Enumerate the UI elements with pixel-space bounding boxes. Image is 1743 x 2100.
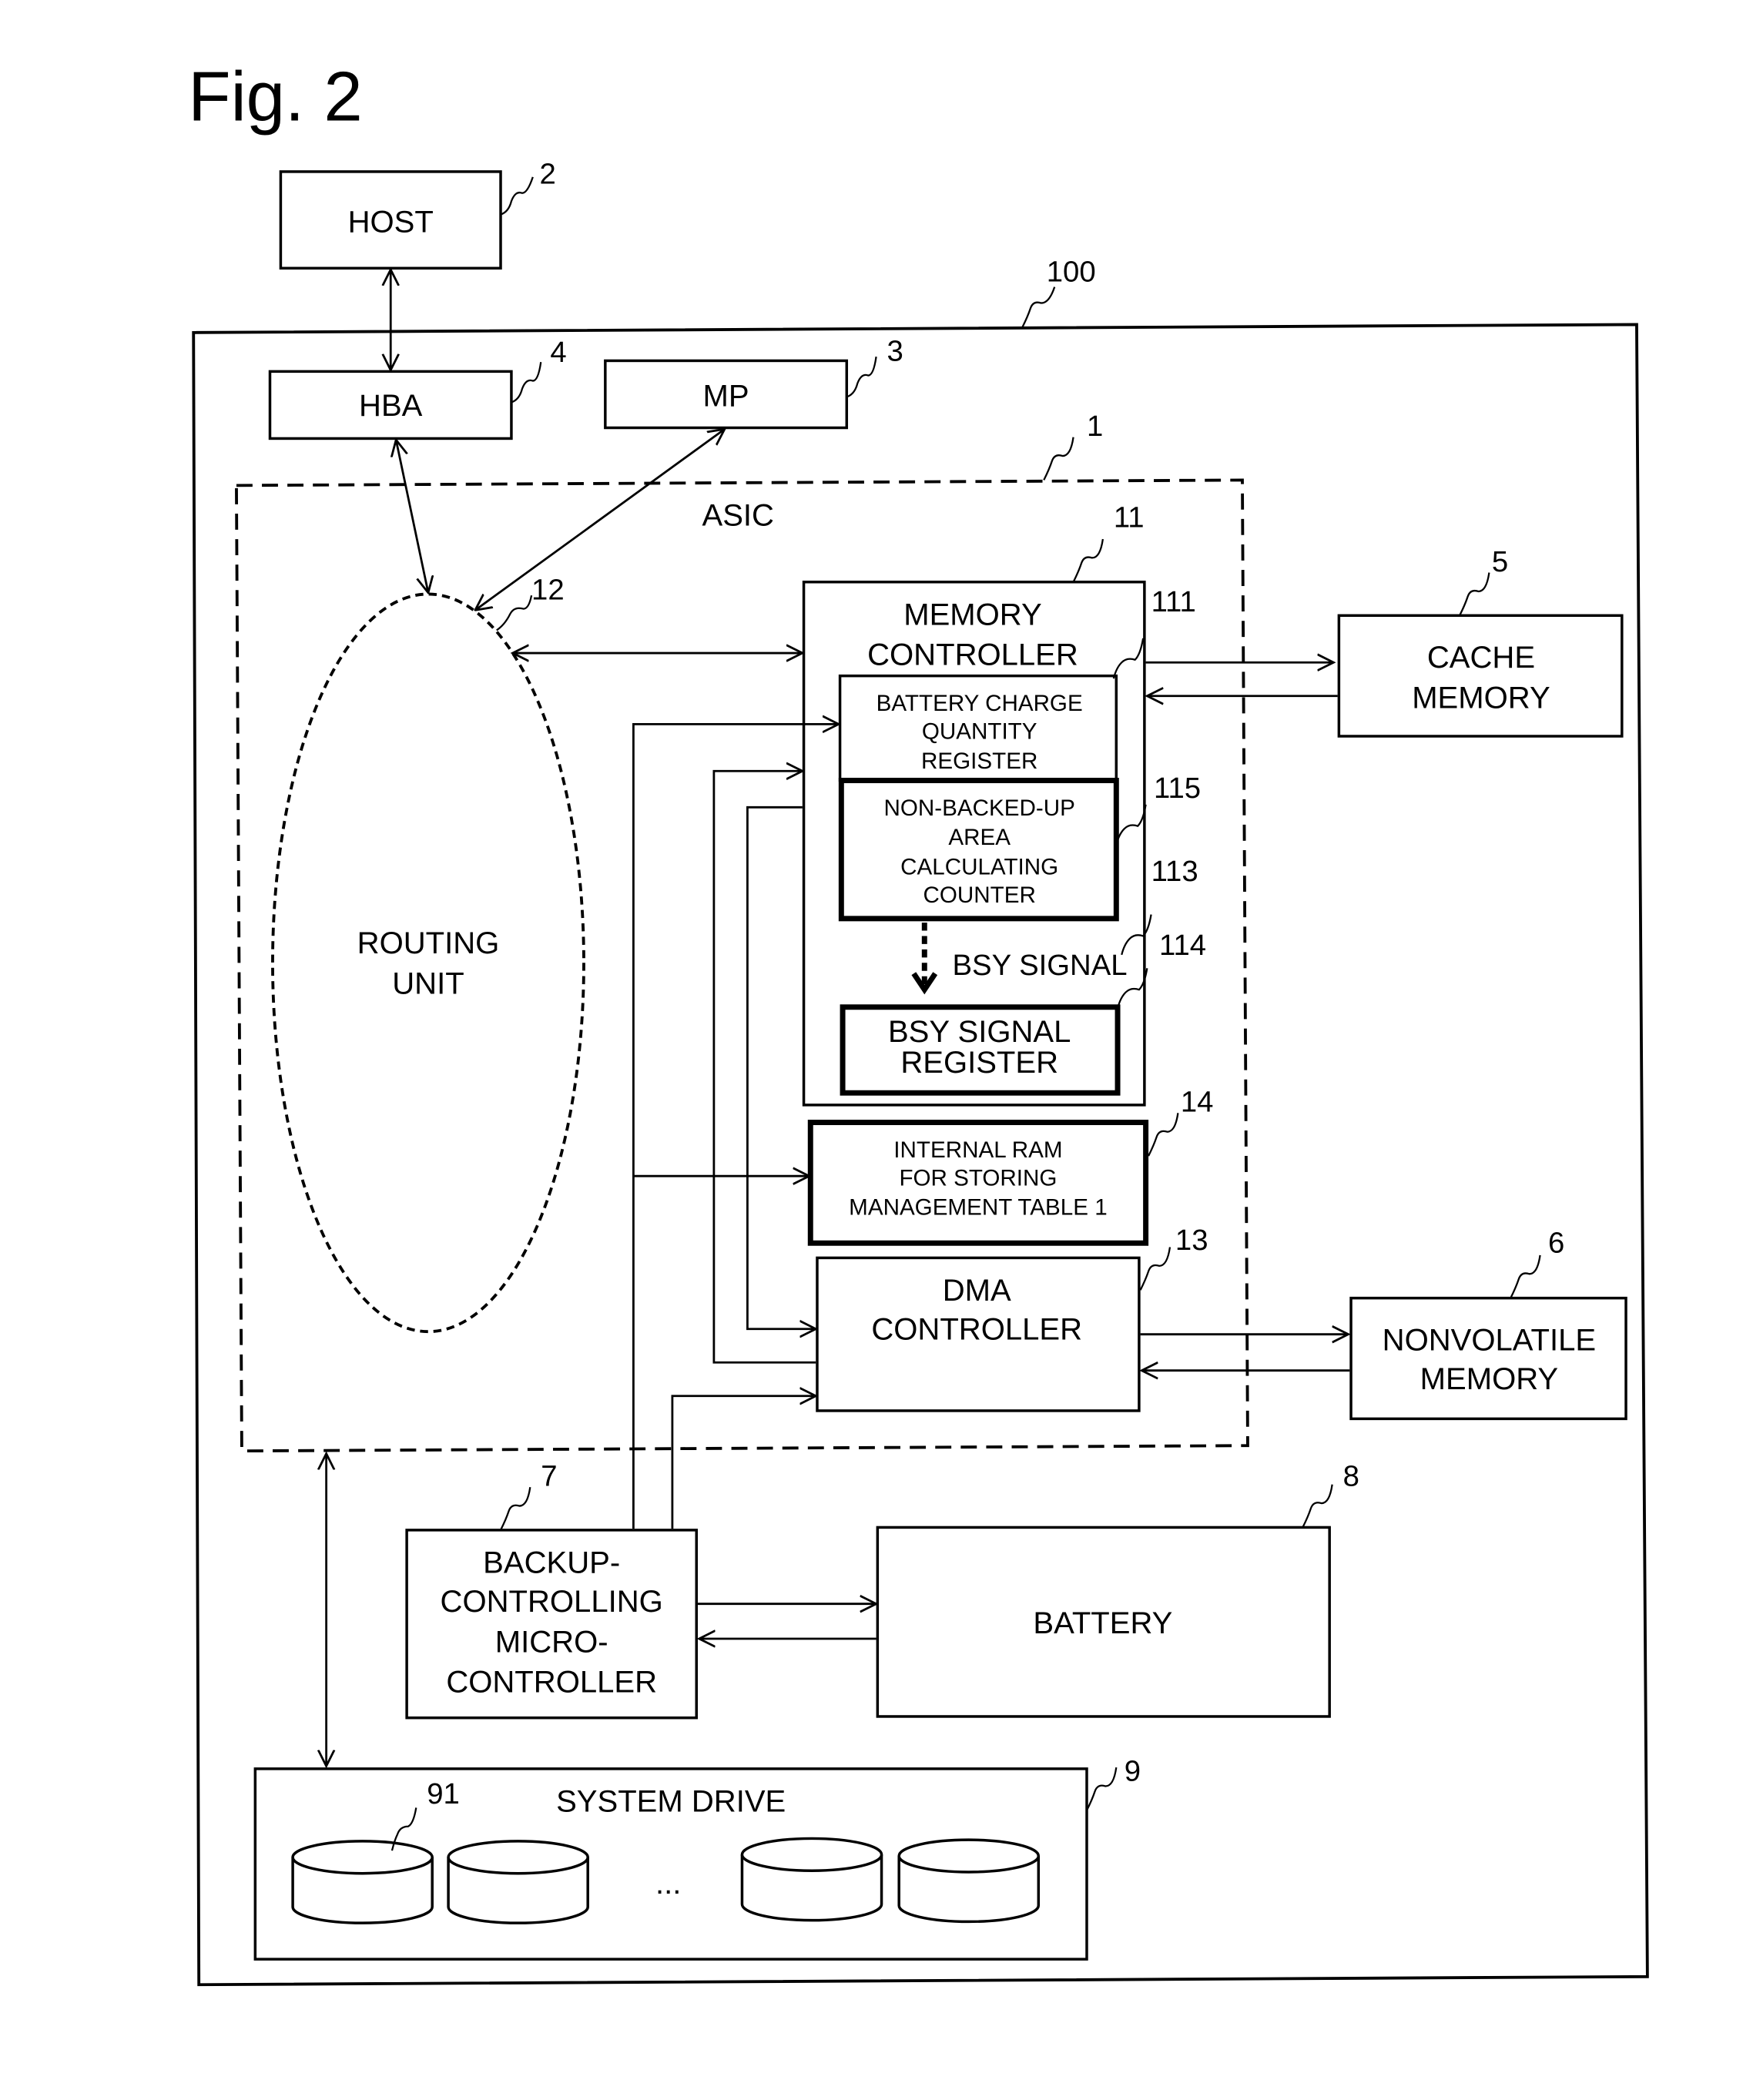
- nvm-line2: MEMORY: [1420, 1362, 1559, 1396]
- dma-label-line2: CONTROLLER: [871, 1313, 1082, 1347]
- cache-memory-line1: CACHE: [1427, 641, 1535, 675]
- bsy-signal-label: BSY SIGNAL: [953, 949, 1128, 982]
- drive-disk-4: [897, 1838, 1041, 1924]
- routing-unit: ROUTING UNIT 12: [271, 573, 585, 1334]
- internal-ram-ref-leader: [1148, 1113, 1179, 1157]
- system-drive-ref: 9: [1125, 1755, 1141, 1788]
- backup-controlling-microcontroller: BACKUP- CONTROLLING MICRO- CONTROLLER 7: [405, 1459, 698, 1720]
- bsy-signal-ref: 113: [1151, 855, 1198, 888]
- nonvolatile-memory: NONVOLATILE MEMORY 6: [1349, 1226, 1627, 1421]
- mp-routing-link: [475, 429, 725, 610]
- nvm-ref-leader: [1510, 1254, 1541, 1299]
- nbu-counter-line4: COUNTER: [923, 883, 1036, 908]
- memctrl-ref: 11: [1114, 501, 1145, 534]
- internal-ram-ref: 14: [1181, 1086, 1214, 1119]
- routing-unit-label-line2: UNIT: [392, 966, 464, 1000]
- nbu-counter-line1: NON-BACKED-UP: [884, 795, 1075, 821]
- drive-disk-3: [740, 1837, 883, 1922]
- hba-label: HBA: [359, 389, 423, 423]
- battery-block: BATTERY 8: [876, 1459, 1359, 1718]
- dma-to-memctrl-link: [712, 771, 816, 1364]
- hba-routing-link: [396, 440, 428, 593]
- host-label: HOST: [348, 205, 434, 239]
- routing-unit-label-line1: ROUTING: [357, 926, 500, 960]
- bcq-register-line1: BATTERY CHARGE: [877, 691, 1083, 716]
- bcq-register-line3: REGISTER: [921, 749, 1037, 774]
- system-drive: SYSTEM DRIVE 9 91 ...: [253, 1755, 1141, 1961]
- memctrl-label-line2: CONTROLLER: [867, 638, 1078, 672]
- internal-ram-line1: INTERNAL RAM: [893, 1137, 1062, 1163]
- drive-disk-2: [447, 1840, 589, 1924]
- bcq-register-line2: QUANTITY: [922, 719, 1037, 745]
- figure-title: Fig. 2: [188, 59, 362, 136]
- cache-memory-line2: MEMORY: [1412, 681, 1550, 715]
- internal-ram-line2: FOR STORING: [899, 1165, 1057, 1191]
- host-ref-leader: [500, 176, 534, 216]
- system-drive-label: SYSTEM DRIVE: [556, 1785, 786, 1819]
- backup-mcu-ref-leader: [499, 1487, 531, 1531]
- hba-ref-leader: [511, 362, 542, 404]
- backup-mcu-line4: CONTROLLER: [446, 1666, 657, 1700]
- nbu-counter-line2: AREA: [948, 825, 1011, 850]
- routing-ref-leader: [496, 594, 533, 631]
- asic-label: ASIC: [702, 499, 773, 533]
- nvm-ref: 6: [1548, 1226, 1564, 1259]
- nvm-line1: NONVOLATILE: [1383, 1324, 1596, 1358]
- dma-ref: 13: [1175, 1224, 1208, 1257]
- system-ref-leader: [1021, 286, 1056, 328]
- backup-mcu-ref: 7: [541, 1459, 557, 1492]
- memctrl-ref-leader: [1072, 538, 1104, 583]
- nbu-counter-line3: CALCULATING: [900, 854, 1058, 879]
- hba-ref: 4: [550, 336, 566, 369]
- nbu-ref: 115: [1154, 772, 1201, 805]
- fig2-block-diagram: Fig. 2 HOST 2 100 HBA 4 MP 3 ASIC 1 ROUT…: [188, 59, 1649, 1987]
- mp-ref: 3: [887, 334, 903, 367]
- backup-mcu-line1: BACKUP-: [483, 1546, 620, 1580]
- cache-memory: CACHE MEMORY 5: [1337, 545, 1624, 738]
- internal-ram: INTERNAL RAM FOR STORING MANAGEMENT TABL…: [807, 1086, 1214, 1246]
- dma-controller: DMA CONTROLLER 13: [816, 1224, 1208, 1412]
- bcq-ref: 111: [1151, 585, 1196, 618]
- hba-block: HBA 4: [268, 336, 567, 440]
- memctrl-label-line1: MEMORY: [903, 598, 1042, 631]
- cache-ref-leader: [1459, 572, 1490, 616]
- dma-label-line1: DMA: [943, 1274, 1011, 1308]
- backup-to-dma-link: [671, 1396, 816, 1529]
- host-ref: 2: [540, 158, 556, 191]
- bsy-register-line2: REGISTER: [900, 1046, 1058, 1080]
- battery-ref-leader: [1302, 1484, 1333, 1528]
- internal-ram-line3: MANAGEMENT TABLE 1: [849, 1195, 1108, 1221]
- host-block: HOST 2: [279, 158, 556, 270]
- drive-ref: 91: [427, 1777, 460, 1810]
- bsy-register-ref: 114: [1159, 929, 1206, 962]
- system-drive-ref-leader: [1085, 1767, 1118, 1811]
- backup-mcu-line2: CONTROLLING: [441, 1585, 663, 1619]
- drive-disk-1: [291, 1840, 434, 1924]
- asic-ref: 1: [1087, 410, 1103, 443]
- non-backed-up-area-counter: NON-BACKED-UP AREA CALCULATING COUNTER 1…: [838, 772, 1201, 922]
- mp-label: MP: [703, 380, 749, 414]
- dma-ref-leader: [1139, 1247, 1171, 1291]
- cache-ref: 5: [1492, 545, 1508, 578]
- asic-ref-leader: [1043, 437, 1074, 481]
- routing-ref: 12: [531, 573, 565, 606]
- drive-ellipsis: ...: [655, 1867, 681, 1901]
- mp-ref-leader: [846, 357, 877, 398]
- system-ref: 100: [1047, 256, 1096, 289]
- backup-mcu-line3: MICRO-: [495, 1625, 608, 1659]
- battery-label: BATTERY: [1033, 1606, 1172, 1640]
- bsy-register-line1: BSY SIGNAL: [888, 1015, 1071, 1049]
- mp-block: MP 3: [604, 334, 903, 430]
- battery-ref: 8: [1343, 1459, 1359, 1492]
